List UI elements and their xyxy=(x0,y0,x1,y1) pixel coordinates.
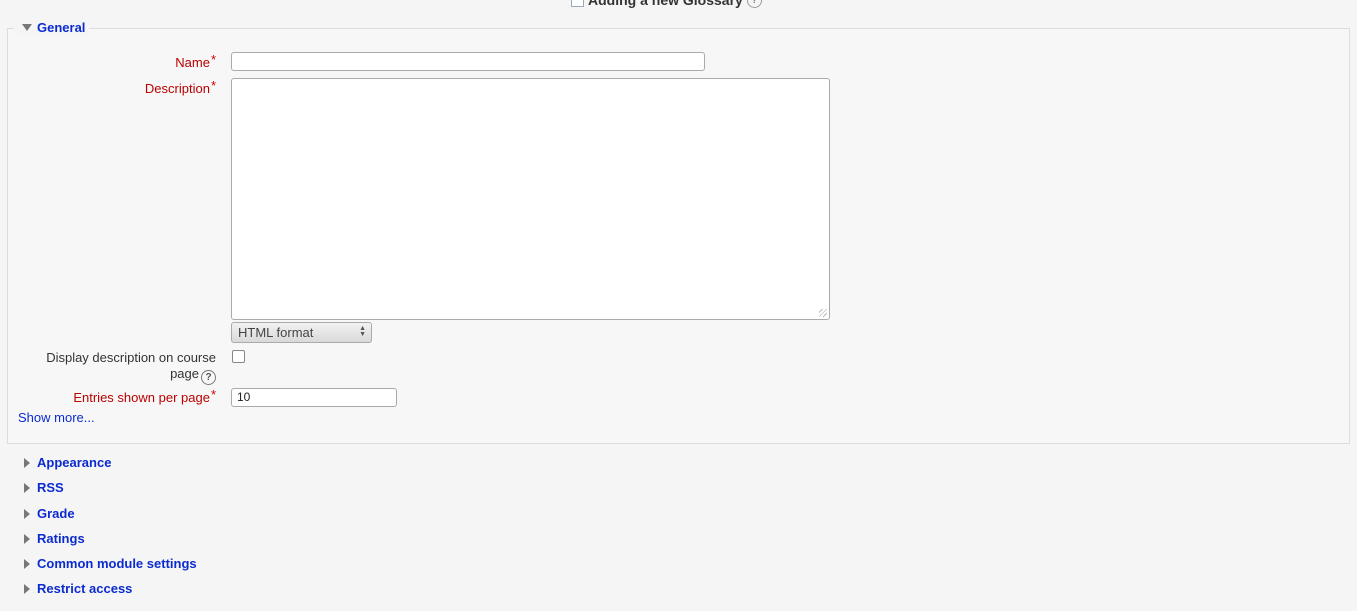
section-rss-link[interactable]: RSS xyxy=(37,480,64,495)
section-grade-link[interactable]: Grade xyxy=(37,506,75,521)
name-input[interactable] xyxy=(231,52,705,71)
section-appearance-link[interactable]: Appearance xyxy=(37,455,111,470)
document-icon xyxy=(571,0,584,7)
section-grade[interactable]: Grade xyxy=(24,506,75,521)
page-title-text: Adding a new Glossary xyxy=(588,0,743,8)
expand-triangle-icon xyxy=(24,482,30,493)
section-common-module-settings[interactable]: Common module settings xyxy=(24,556,197,571)
display-description-label-line1: Display description on course xyxy=(46,350,216,365)
general-section-link[interactable]: General xyxy=(37,20,85,35)
section-rss[interactable]: RSS xyxy=(24,480,64,495)
required-icon: * xyxy=(210,387,216,402)
resize-grip-icon[interactable] xyxy=(819,309,827,317)
expand-triangle-icon xyxy=(24,558,30,569)
expand-triangle-icon xyxy=(24,508,30,519)
select-arrows-icon: ▲ ▼ xyxy=(359,325,366,338)
expand-triangle-icon xyxy=(24,583,30,594)
section-ratings-link[interactable]: Ratings xyxy=(37,531,85,546)
section-common-module-settings-link[interactable]: Common module settings xyxy=(37,556,197,571)
required-icon: * xyxy=(210,78,216,93)
description-label-text: Description xyxy=(144,81,210,96)
format-select[interactable]: HTML format ▲ ▼ xyxy=(231,322,372,343)
expand-triangle-icon xyxy=(24,457,30,468)
description-label: Description* xyxy=(145,78,216,96)
page-title: Adding a new Glossary ? xyxy=(571,0,762,8)
section-appearance[interactable]: Appearance xyxy=(24,455,111,470)
section-restrict-access[interactable]: Restrict access xyxy=(24,581,132,596)
description-textarea[interactable] xyxy=(231,78,830,320)
expand-triangle-icon xyxy=(24,533,30,544)
required-icon: * xyxy=(210,52,216,67)
display-description-label: Display description on course page? xyxy=(46,350,216,385)
name-label-text: Name xyxy=(175,55,210,70)
general-section-header[interactable]: General xyxy=(14,20,90,35)
format-select-value: HTML format xyxy=(238,325,314,340)
entries-input[interactable]: 10 xyxy=(231,388,397,407)
help-icon[interactable]: ? xyxy=(201,370,216,385)
display-description-checkbox[interactable] xyxy=(232,350,245,363)
entries-label: Entries shown per page* xyxy=(73,387,216,405)
name-label: Name* xyxy=(175,52,216,70)
show-more-link[interactable]: Show more... xyxy=(18,410,95,425)
help-icon[interactable]: ? xyxy=(746,0,762,8)
section-restrict-access-link[interactable]: Restrict access xyxy=(37,581,132,596)
collapse-triangle-icon xyxy=(22,24,32,31)
display-description-label-line2: page xyxy=(170,366,199,381)
entries-label-text: Entries shown per page xyxy=(73,390,210,405)
section-ratings[interactable]: Ratings xyxy=(24,531,85,546)
